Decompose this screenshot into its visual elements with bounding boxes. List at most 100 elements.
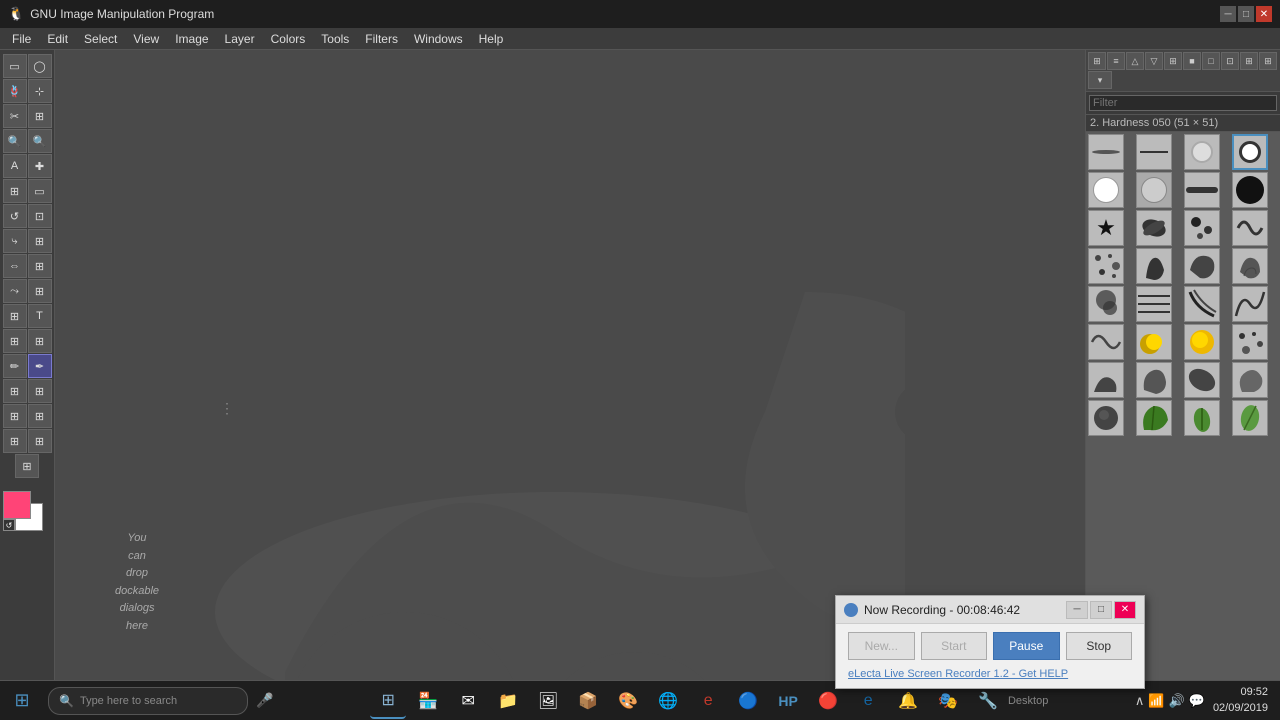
tool-move[interactable]: ✚ <box>28 154 52 178</box>
brush-filter-input[interactable] <box>1089 95 1277 111</box>
tool-pencil[interactable]: ✏ <box>3 354 27 378</box>
tool-smudge[interactable]: ⊞ <box>28 429 52 453</box>
taskbar-app-photos[interactable]: 🖼 <box>530 683 566 719</box>
tool-3d-transform[interactable]: ⊞ <box>28 279 52 303</box>
brush-item[interactable] <box>1136 248 1172 284</box>
taskbar-app-6[interactable]: 📦 <box>570 683 606 719</box>
clock[interactable]: 09:52 02/09/2019 <box>1213 685 1268 716</box>
tool-paths[interactable]: 🔍 <box>3 129 27 153</box>
menu-view[interactable]: View <box>125 30 167 48</box>
brush-item[interactable] <box>1232 362 1268 398</box>
brush-item[interactable] <box>1088 248 1124 284</box>
mic-icon[interactable]: 🎤 <box>256 692 273 709</box>
new-button[interactable]: New... <box>848 632 915 660</box>
tool-dodge[interactable]: ⊞ <box>15 454 39 478</box>
menu-layer[interactable]: Layer <box>217 30 263 48</box>
reset-colors-button[interactable]: ↺ <box>3 519 15 531</box>
tool-perspective[interactable]: ⊞ <box>28 229 52 253</box>
taskbar-app-10[interactable]: 🔵 <box>730 683 766 719</box>
dialog-restore-button[interactable]: □ <box>1090 601 1112 619</box>
panel-tool-10[interactable]: ⊞ <box>1259 52 1277 70</box>
taskbar-app-hp[interactable]: HP <box>770 683 806 719</box>
brush-item[interactable] <box>1088 286 1124 322</box>
brush-item[interactable] <box>1232 172 1268 208</box>
brush-item[interactable] <box>1232 400 1268 436</box>
dialog-minimize-button[interactable]: ─ <box>1066 601 1088 619</box>
brush-item[interactable] <box>1184 362 1220 398</box>
brush-item[interactable] <box>1136 210 1172 246</box>
panel-tool-4[interactable]: ▽ <box>1145 52 1163 70</box>
tool-airbrush[interactable]: ⊞ <box>28 379 52 403</box>
brush-item[interactable] <box>1136 172 1172 208</box>
brush-item[interactable] <box>1088 134 1124 170</box>
brush-item[interactable] <box>1136 134 1172 170</box>
close-button[interactable]: ✕ <box>1256 6 1272 22</box>
brush-item[interactable] <box>1184 210 1220 246</box>
brush-item[interactable] <box>1184 134 1220 170</box>
tool-rotate[interactable]: ↺ <box>3 204 27 228</box>
tool-warp[interactable]: ⤳ <box>3 279 27 303</box>
taskbar-app-explorer[interactable]: 📁 <box>490 683 526 719</box>
menu-colors[interactable]: Colors <box>263 30 314 48</box>
brush-item[interactable] <box>1088 324 1124 360</box>
tray-sound[interactable]: 🔊 <box>1169 693 1185 709</box>
tool-paint-select[interactable]: ⊞ <box>3 304 27 328</box>
tool-text[interactable]: A <box>3 154 27 178</box>
tray-network[interactable]: 📶 <box>1148 693 1164 709</box>
menu-select[interactable]: Select <box>76 30 125 48</box>
minimize-button[interactable]: ─ <box>1220 6 1236 22</box>
tool-ellipse-select[interactable]: ◯ <box>28 54 52 78</box>
taskbar-search-box[interactable]: 🔍 Type here to search <box>48 687 248 715</box>
brush-item-selected[interactable] <box>1232 134 1268 170</box>
canvas-area[interactable]: Youcandropdockabledialogshere ⋮ <box>55 50 1085 682</box>
tool-foreground-select[interactable]: ⊞ <box>28 104 52 128</box>
panel-tool-3[interactable]: △ <box>1126 52 1144 70</box>
panel-tool-1[interactable]: ⊞ <box>1088 52 1106 70</box>
brush-item[interactable] <box>1184 324 1220 360</box>
tool-align[interactable]: ⊞ <box>3 179 27 203</box>
taskbar-app-taskview[interactable]: ⊞ <box>370 683 406 719</box>
menu-windows[interactable]: Windows <box>406 30 471 48</box>
foreground-color[interactable] <box>3 491 31 519</box>
menu-file[interactable]: File <box>4 30 39 48</box>
tool-free-select[interactable]: 🪢 <box>3 79 27 103</box>
brush-item[interactable] <box>1232 210 1268 246</box>
panel-tool-2[interactable]: ≡ <box>1107 52 1125 70</box>
panel-tool-5[interactable]: ⊞ <box>1164 52 1182 70</box>
stop-button[interactable]: Stop <box>1066 632 1133 660</box>
brush-item[interactable] <box>1232 286 1268 322</box>
tool-scale[interactable]: ⊡ <box>28 204 52 228</box>
tool-fuzzy-select[interactable]: ⊹ <box>28 79 52 103</box>
panel-tool-7[interactable]: □ <box>1202 52 1220 70</box>
taskbar-app-store[interactable]: 🏪 <box>410 683 446 719</box>
brush-item[interactable] <box>1136 324 1172 360</box>
brush-item[interactable] <box>1088 362 1124 398</box>
brush-item[interactable] <box>1232 324 1268 360</box>
tool-crop[interactable]: ▭ <box>28 179 52 203</box>
brush-item[interactable] <box>1136 362 1172 398</box>
brush-item[interactable] <box>1088 400 1124 436</box>
tool-convolve[interactable]: ⊞ <box>3 429 27 453</box>
brush-item[interactable] <box>1184 248 1220 284</box>
tool-text2[interactable]: T <box>28 304 52 328</box>
pause-button[interactable]: Pause <box>993 632 1060 660</box>
taskbar-app-7[interactable]: 🎨 <box>610 683 646 719</box>
brush-item[interactable] <box>1184 400 1220 436</box>
start-button[interactable]: Start <box>921 632 988 660</box>
taskbar-app-9[interactable]: e <box>690 683 726 719</box>
tool-healing[interactable]: ⊞ <box>28 404 52 428</box>
tool-scissors[interactable]: ✂ <box>3 104 27 128</box>
brush-item[interactable] <box>1232 248 1268 284</box>
brush-item[interactable] <box>1184 286 1220 322</box>
taskbar-app-mail[interactable]: ✉ <box>450 683 486 719</box>
restore-button[interactable]: □ <box>1238 6 1254 22</box>
recorder-link[interactable]: eLecta Live Screen Recorder 1.2 - Get HE… <box>848 666 1132 680</box>
dialog-close-button[interactable]: ✕ <box>1114 601 1136 619</box>
panel-tool-9[interactable]: ⊞ <box>1240 52 1258 70</box>
brush-item[interactable] <box>1136 286 1172 322</box>
tray-icon-1[interactable]: ∧ <box>1135 693 1145 709</box>
brush-item[interactable] <box>1088 172 1124 208</box>
brush-item[interactable] <box>1136 400 1172 436</box>
panel-dropdown[interactable]: ▾ <box>1088 71 1112 89</box>
tool-color-pick[interactable]: 🔍 <box>28 129 52 153</box>
